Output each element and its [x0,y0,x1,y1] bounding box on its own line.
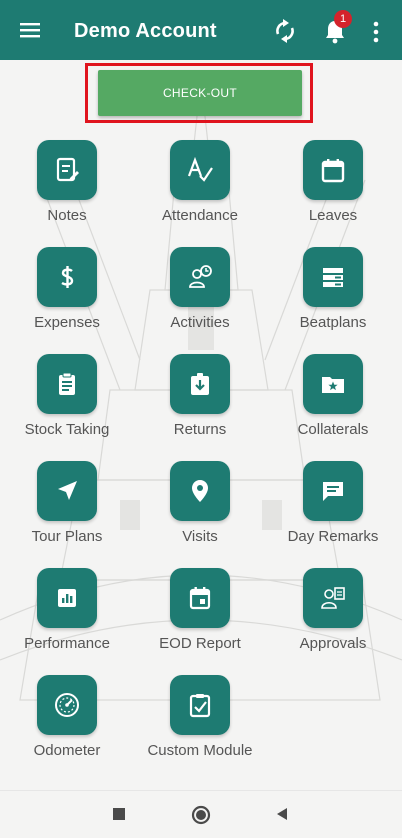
home-circle-icon[interactable] [190,805,212,825]
module-odometer[interactable]: Odometer [2,675,132,775]
module-label: Odometer [33,742,101,759]
module-attendance[interactable]: Attendance [135,140,265,240]
menu-icon[interactable] [14,14,46,46]
calendar-icon [321,159,345,183]
module-label: Notes [47,207,87,224]
module-label: Attendance [162,207,238,224]
module-label: Day Remarks [287,528,379,545]
module-leaves[interactable]: Leaves [268,140,398,240]
module-label: Activities [170,314,230,331]
module-tour-plans[interactable]: Tour Plans [2,461,132,561]
module-label: EOD Report [159,635,241,652]
navigation-icon [58,481,77,500]
module-approvals[interactable]: Approvals [268,568,398,668]
module-label: Stock Taking [24,421,110,438]
odometer-icon [55,693,79,717]
dollar-icon [61,266,74,288]
module-label: Custom Module [147,742,253,759]
beatplans-icon [323,268,343,287]
module-activities[interactable]: Activities [135,247,265,347]
folder-star-icon [322,377,344,393]
event-icon [189,587,211,610]
module-label: Collaterals [297,421,369,438]
clipboard-icon [59,372,75,395]
attendance-icon [187,156,213,182]
module-day-remarks[interactable]: Day Remarks [268,461,398,561]
module-label: Visits [182,528,218,545]
module-label: Tour Plans [31,528,103,545]
module-label: Returns [173,421,227,438]
bar-chart-icon [58,589,76,607]
notes-icon [56,157,79,182]
system-nav-bar [0,790,402,838]
activities-icon [189,265,212,288]
dashboard: CHECK-OUT Notes Attendance Leaves Expens… [0,60,402,790]
module-performance[interactable]: Performance [2,568,132,668]
recents-square-icon[interactable] [111,805,127,823]
module-eod-report[interactable]: EOD Report [135,568,265,668]
notification-badge: 1 [334,10,352,28]
back-triangle-icon[interactable] [274,805,290,823]
approvals-icon [321,587,345,609]
returns-icon [191,373,209,395]
module-label: Leaves [308,207,358,224]
location-pin-icon [192,480,208,502]
module-collaterals[interactable]: Collaterals [268,354,398,454]
module-expenses[interactable]: Expenses [2,247,132,347]
app-bar: Demo Account 1 [0,0,402,60]
checkout-button[interactable]: CHECK-OUT [98,70,302,116]
module-label: Expenses [34,314,100,331]
comment-icon [323,482,343,501]
module-returns[interactable]: Returns [135,354,265,454]
module-notes[interactable]: Notes [2,140,132,240]
page-title: Demo Account [74,20,217,42]
module-label: Approvals [299,635,367,652]
module-beatplans[interactable]: Beatplans [268,247,398,347]
sync-icon[interactable] [270,16,300,46]
module-stock-taking[interactable]: Stock Taking [2,354,132,454]
custom-module-icon [189,694,211,718]
module-label: Beatplans [299,314,367,331]
more-vert-icon[interactable] [368,18,384,46]
module-visits[interactable]: Visits [135,461,265,561]
module-label: Performance [24,635,110,652]
module-custom-module[interactable]: Custom Module [135,675,265,775]
